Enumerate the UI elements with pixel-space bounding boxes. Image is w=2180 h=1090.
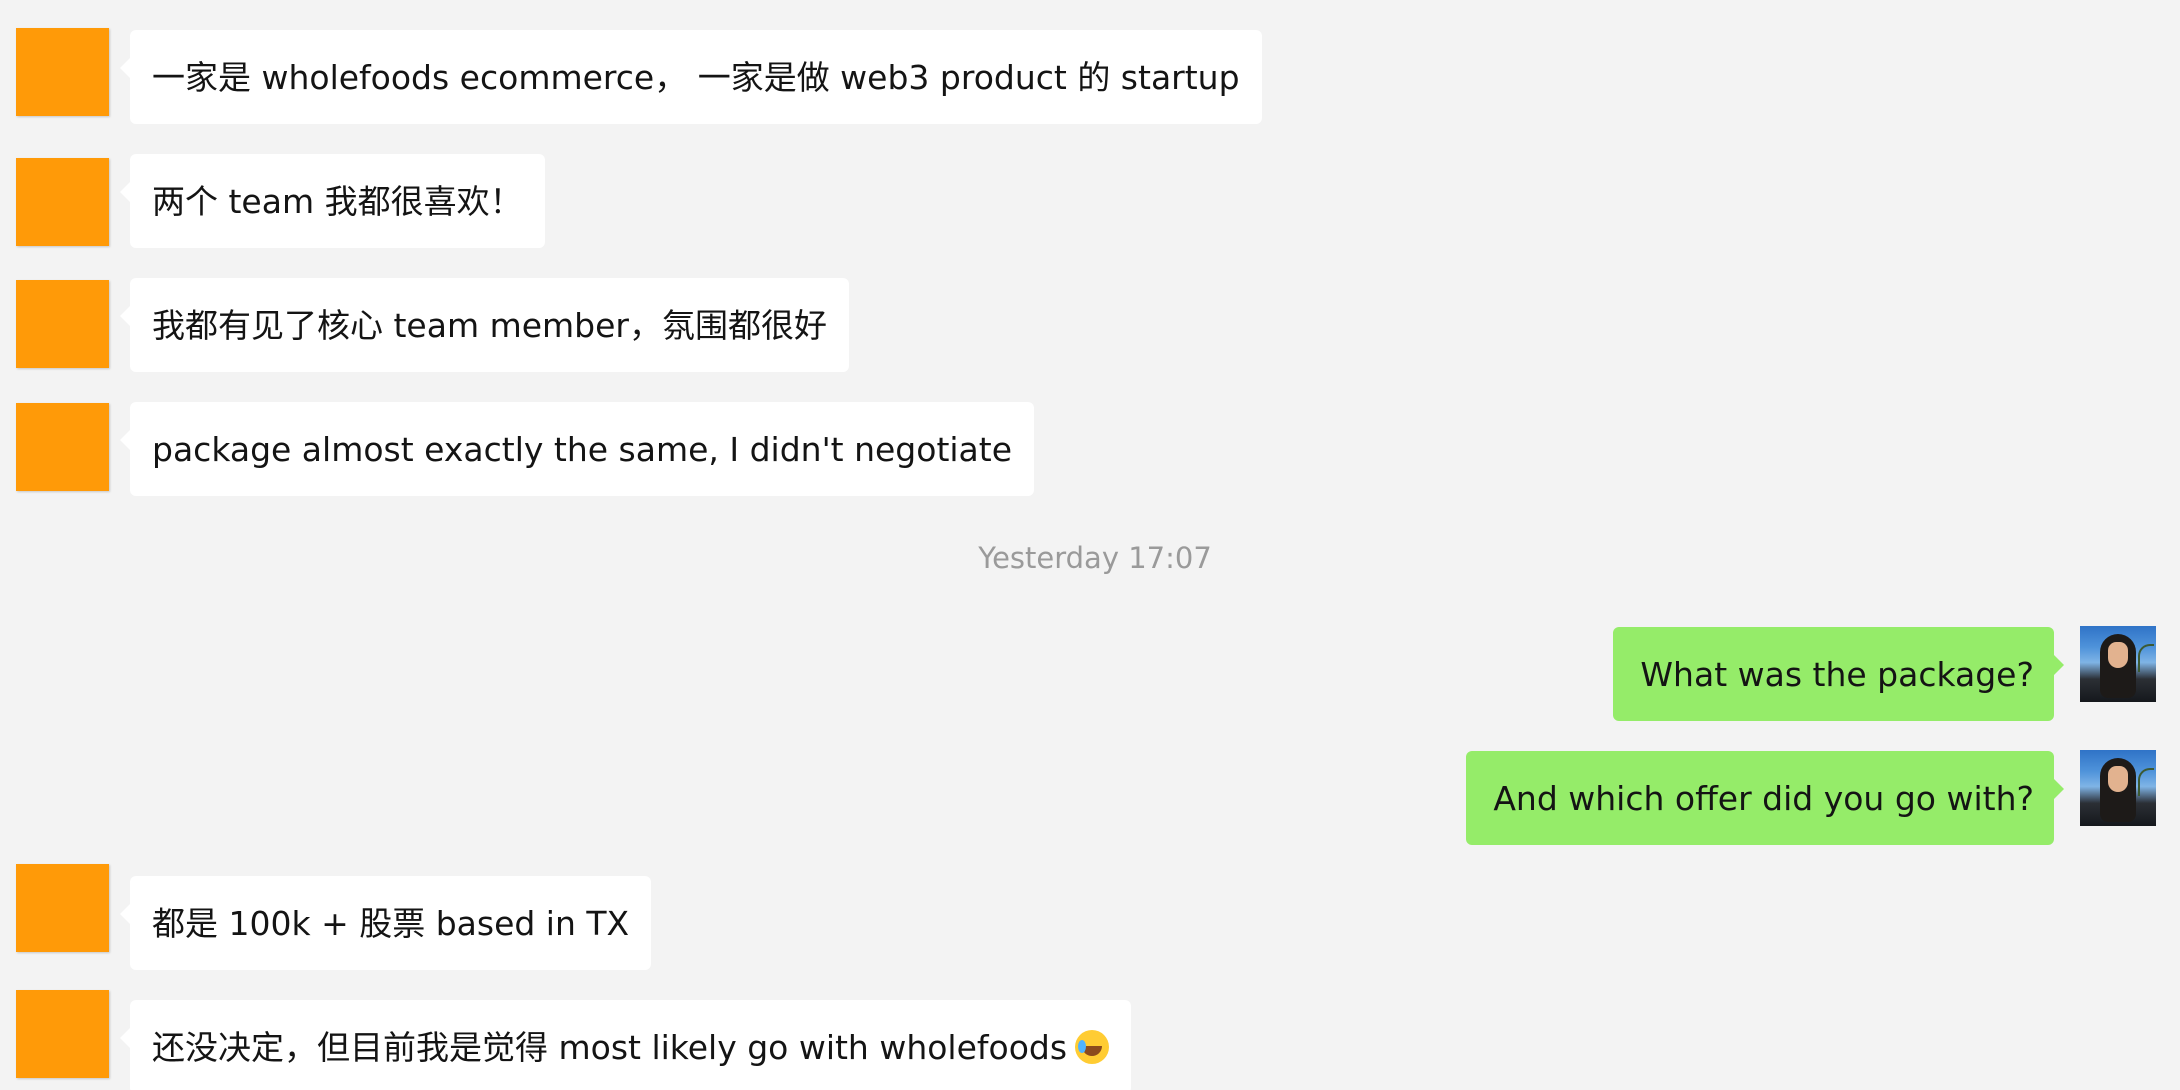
message-text: What was the package? — [1640, 654, 2034, 694]
message-text: 我都有见了核心 team member，氛围都很好 — [152, 305, 828, 345]
self-avatar[interactable] — [2080, 750, 2156, 826]
contact-avatar[interactable] — [16, 403, 109, 491]
message-bubble-sent[interactable]: What was the package? — [1613, 627, 2064, 721]
avatar-photo-detail — [2138, 768, 2154, 796]
crying-laughing-emoji-icon — [1075, 1030, 1110, 1064]
chat-window: 一家是 wholefoods ecommerce， 一家是做 web3 prod… — [0, 0, 2180, 1090]
message-bubble-sent[interactable]: And which offer did you go with? — [1466, 751, 2064, 845]
self-avatar[interactable] — [2080, 626, 2156, 702]
contact-avatar[interactable] — [16, 990, 109, 1078]
message-bubble-received[interactable]: 还没决定，但目前我是觉得 most likely go with wholefo… — [119, 1000, 1132, 1090]
avatar-photo-detail — [2108, 766, 2128, 792]
message-text: 两个 team 我都很喜欢！ — [152, 181, 523, 221]
message-bubble-received[interactable]: 都是 100k + 股票 based in TX — [119, 876, 652, 970]
message-text: 还没决定，但目前我是觉得 most likely go with wholefo… — [152, 1027, 1068, 1067]
message-bubble-received[interactable]: 我都有见了核心 team member，氛围都很好 — [119, 278, 850, 372]
message-bubble-received[interactable]: 两个 team 我都很喜欢！ — [120, 154, 545, 248]
message-bubble-received[interactable]: 一家是 wholefoods ecommerce， 一家是做 web3 prod… — [120, 30, 1262, 124]
avatar-photo-detail — [2138, 644, 2154, 672]
message-text: 一家是 wholefoods ecommerce， 一家是做 web3 prod… — [152, 57, 1240, 97]
contact-avatar[interactable] — [16, 28, 109, 116]
message-timestamp: Yesterday 17:07 — [978, 541, 1212, 575]
message-text: And which offer did you go with? — [1493, 778, 2034, 818]
contact-avatar[interactable] — [16, 158, 109, 246]
message-bubble-received[interactable]: package almost exactly the same, I didn'… — [119, 402, 1035, 496]
contact-avatar[interactable] — [16, 864, 109, 952]
message-text: package almost exactly the same, I didn'… — [152, 429, 1013, 469]
message-text: 都是 100k + 股票 based in TX — [152, 903, 630, 943]
contact-avatar[interactable] — [16, 280, 109, 368]
avatar-photo-detail — [2108, 642, 2128, 668]
